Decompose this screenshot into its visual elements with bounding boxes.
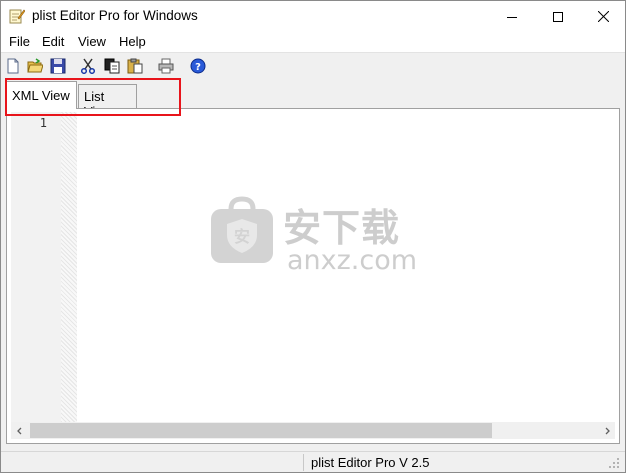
menu-bar: File Edit View Help bbox=[1, 32, 625, 52]
toolbar: ? bbox=[1, 52, 625, 79]
menu-edit[interactable]: Edit bbox=[42, 34, 64, 49]
maximize-button[interactable] bbox=[535, 1, 581, 32]
chevron-left-icon bbox=[16, 427, 21, 434]
status-separator bbox=[303, 454, 304, 471]
watermark-text-cn: 安下载 bbox=[283, 206, 401, 250]
shield-bag-icon: 安 bbox=[211, 196, 273, 263]
minimize-button[interactable] bbox=[489, 1, 535, 32]
watermark-text-en: anxz.com bbox=[287, 245, 418, 276]
menu-help[interactable]: Help bbox=[119, 34, 146, 49]
print-icon[interactable] bbox=[158, 58, 174, 74]
status-bar: plist Editor Pro V 2.5 bbox=[1, 451, 625, 472]
scroll-right-button[interactable] bbox=[598, 422, 615, 439]
editor-panel: 1 安 安下载 anxz.com bbox=[6, 108, 620, 444]
open-folder-icon[interactable] bbox=[27, 58, 44, 74]
tab-highlight-annotation bbox=[5, 78, 181, 116]
help-icon[interactable]: ? bbox=[190, 58, 206, 74]
svg-text:安: 安 bbox=[234, 227, 250, 246]
close-icon bbox=[597, 11, 609, 22]
title-bar: plist Editor Pro for Windows bbox=[1, 1, 625, 32]
scroll-left-button[interactable] bbox=[11, 422, 28, 439]
watermark-logo: 安 安下载 anxz.com bbox=[207, 195, 437, 295]
app-notepad-icon bbox=[9, 8, 26, 24]
minimize-icon bbox=[507, 16, 517, 18]
line-number-gutter: 1 bbox=[11, 112, 61, 422]
version-status: plist Editor Pro V 2.5 bbox=[311, 455, 430, 470]
new-file-icon[interactable] bbox=[5, 58, 21, 74]
line-number: 1 bbox=[39, 116, 47, 130]
menu-view[interactable]: View bbox=[78, 34, 106, 49]
save-icon[interactable] bbox=[50, 58, 66, 74]
app-window: plist Editor Pro for Windows File Edit V… bbox=[0, 0, 626, 473]
window-title: plist Editor Pro for Windows bbox=[32, 8, 198, 23]
horizontal-scrollbar[interactable] bbox=[11, 422, 615, 439]
copy-icon[interactable] bbox=[104, 58, 120, 74]
chevron-right-icon bbox=[605, 427, 610, 434]
close-button[interactable] bbox=[580, 1, 626, 32]
maximize-icon bbox=[553, 11, 563, 22]
fold-margin bbox=[61, 112, 77, 422]
cut-icon[interactable] bbox=[80, 58, 96, 75]
paste-icon[interactable] bbox=[127, 58, 143, 74]
resize-grip-icon[interactable] bbox=[607, 456, 621, 470]
scrollbar-thumb[interactable] bbox=[30, 423, 492, 438]
svg-text:?: ? bbox=[195, 62, 201, 73]
menu-file[interactable]: File bbox=[9, 34, 30, 49]
